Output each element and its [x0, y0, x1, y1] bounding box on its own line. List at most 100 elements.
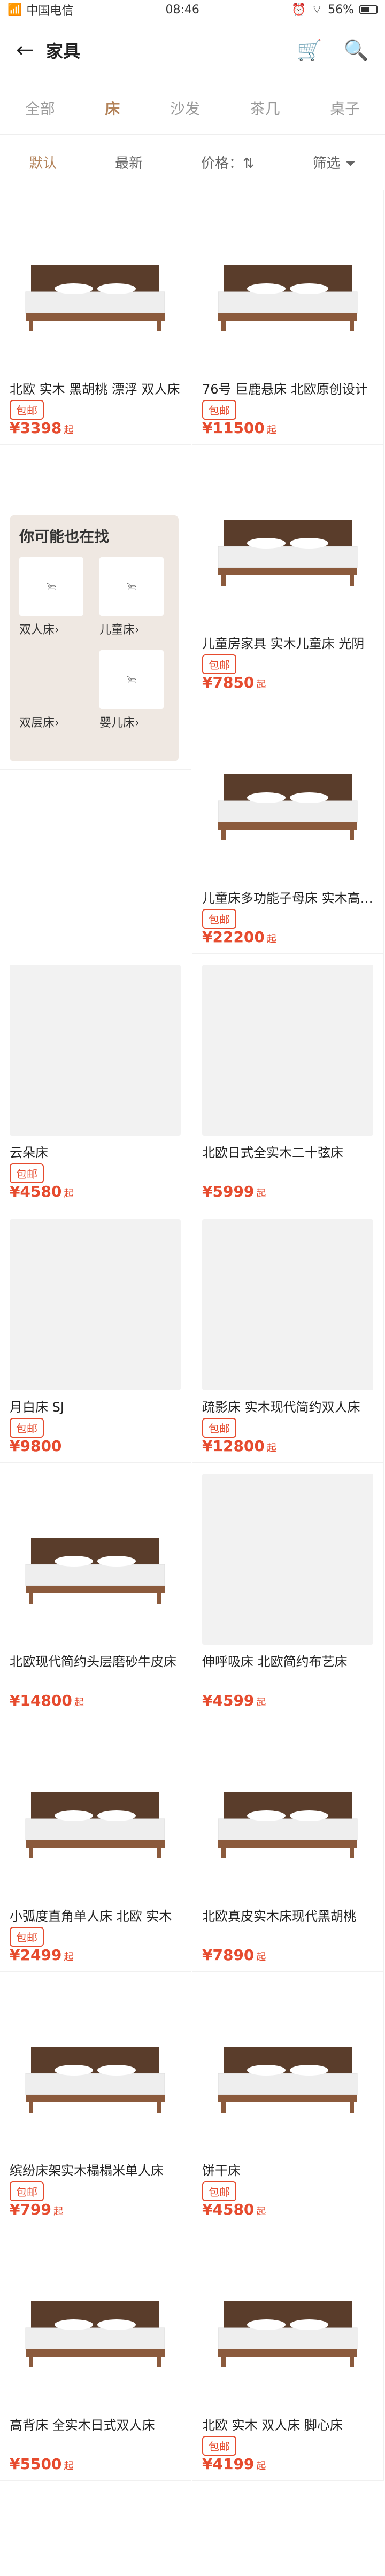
product-card[interactable]: 76号 巨鹿悬床 北欧原创设计 包邮 ¥11500 起 [192, 190, 384, 445]
price-unit: 起 [74, 1697, 84, 1708]
product-image [202, 456, 373, 627]
free-shipping-badge: 包邮 [202, 654, 236, 674]
product-image [202, 1474, 373, 1645]
tab-sofa[interactable]: 沙发 [163, 92, 207, 124]
product-name: 高背床 全实木日式双人床 [10, 2418, 155, 2433]
product-price: ¥12800 起 [202, 1437, 276, 1455]
product-price: ¥4599 起 [202, 1692, 266, 1709]
search-icon[interactable]: 🔍 [344, 38, 369, 63]
battery-icon [359, 5, 378, 14]
bed-icon [25, 265, 165, 331]
price-value: ¥11500 [202, 419, 265, 437]
recommend-item-label: 双层床› [19, 716, 59, 730]
kids-bed-thumbnail: 🛏 [99, 557, 164, 616]
tab-all[interactable]: 全部 [18, 92, 63, 124]
price-value: ¥4580 [202, 2201, 255, 2218]
product-price: ¥7850 起 [202, 674, 266, 691]
product-card[interactable]: 月白床 SJ 包邮 ¥9800 [0, 1208, 191, 1463]
product-name: 北欧日式全实木二十弦床 [202, 1145, 343, 1160]
product-card[interactable]: 北欧真皮实木床现代黑胡桃 ¥7890 起 [192, 1717, 384, 1972]
sort-price[interactable]: 价格：⇅ [201, 152, 255, 172]
bed-icon [25, 1792, 165, 1858]
price-value: ¥3398 [10, 419, 62, 437]
free-shipping-badge: 包邮 [10, 1418, 44, 1438]
price-value: ¥799 [10, 2201, 51, 2218]
bed-icon [25, 1538, 165, 1604]
product-card[interactable]: 北欧现代简约头层磨砂牛皮床 ¥14800 起 [0, 1463, 191, 1717]
product-card[interactable]: 饼干床 包邮 ¥4580 起 [192, 1972, 384, 2226]
funnel-icon: ⏷ [344, 156, 356, 172]
recommend-item-label: 婴儿床› [99, 716, 140, 730]
product-price: ¥5999 起 [202, 1183, 266, 1200]
battery-percent: 56% [328, 3, 354, 17]
product-card[interactable]: 伸呼吸床 北欧简约布艺床 ¥4599 起 [192, 1463, 384, 1717]
product-card[interactable]: 儿童房家具 实木儿童床 光阴 包邮 ¥7850 起 [192, 445, 384, 699]
product-card[interactable]: 北欧 实木 双人床 脚心床 包邮 ¥4199 起 [192, 2226, 384, 2481]
recommend-item[interactable]: 双层床› [19, 650, 89, 730]
signal-icon: 📶 [7, 3, 22, 17]
tab-coffee-table[interactable]: 茶几 [243, 92, 288, 124]
product-card[interactable]: 小弧度直角单人床 北欧 实木 包邮 ¥2499 起 [0, 1717, 191, 1972]
product-card[interactable]: 儿童床多功能子母床 实木高低床 包邮 ¥22200 起 [192, 699, 384, 954]
product-image [202, 201, 373, 372]
product-price: ¥22200 起 [202, 928, 276, 946]
product-card[interactable]: 疏影床 实木现代简约双人床包邮 ¥12800 起 [192, 1208, 384, 1463]
recommend-item-label: 双人床› [19, 623, 59, 637]
price-value: ¥4580 [10, 1183, 62, 1200]
price-value: ¥5999 [202, 1183, 255, 1200]
alarm-icon: ⏰ [291, 3, 306, 17]
crib-thumbnail: 🛏 [99, 650, 164, 709]
product-name: 疏影床 实木现代简约双人床 [202, 1400, 360, 1415]
product-image [202, 1728, 373, 1899]
product-name: 伸呼吸床 北欧简约布艺床 [202, 1654, 348, 1669]
sort-price-label: 价格： [201, 156, 243, 172]
arrow-left-icon[interactable]: ← [16, 38, 46, 63]
product-card[interactable]: 北欧 实木 黑胡桃 漂浮 双人床 包邮 ¥3398 起 [0, 190, 191, 445]
price-value: ¥7890 [202, 1946, 255, 1964]
product-price: ¥4580 起 [10, 1183, 73, 1200]
cart-icon[interactable]: 🛒 [297, 38, 322, 63]
product-card[interactable]: 缤纷床架实木榻榻米单人床包邮 ¥799 起 [0, 1972, 191, 2226]
product-image [202, 1983, 373, 2154]
tab-table[interactable]: 桌子 [322, 92, 367, 124]
product-card[interactable]: 云朵床 包邮 ¥4580 起 [0, 954, 191, 1208]
product-image [202, 1219, 373, 1390]
bed-icon [218, 2301, 358, 2367]
product-price: ¥11500 起 [202, 419, 276, 437]
filter-button[interactable]: 筛选 ⏷ [313, 152, 356, 172]
recommend-item[interactable]: 🛏 双人床› [19, 557, 89, 637]
bed-icon [25, 2301, 165, 2367]
product-image [10, 2237, 181, 2408]
page-title: 家具 [46, 41, 81, 61]
price-value: ¥2499 [10, 1946, 62, 1964]
product-image [10, 1474, 181, 1645]
sort-arrows-icon: ⇅ [242, 156, 255, 172]
sort-default[interactable]: 默认 [29, 152, 57, 172]
free-shipping-badge: 包邮 [10, 2181, 44, 2201]
price-unit: 起 [64, 2461, 74, 2472]
sort-newest[interactable]: 最新 [115, 152, 143, 172]
product-card[interactable]: 高背床 全实木日式双人床 ¥5500 起 [0, 2226, 191, 2481]
recommend-item[interactable]: 🛏 婴儿床› [99, 650, 169, 730]
price-unit: 起 [64, 1188, 74, 1199]
product-name: 饼干床 [202, 2163, 241, 2178]
product-price: ¥2499 起 [10, 1946, 73, 1964]
sort-filter-bar: 默认 最新 价格：⇅ 筛选 ⏷ [0, 135, 385, 190]
product-price: ¥7890 起 [202, 1946, 266, 1964]
product-name: 北欧真皮实木床现代黑胡桃 [202, 1909, 356, 1924]
product-card[interactable]: 北欧日式全实木二十弦床 ¥5999 起 [192, 954, 384, 1208]
product-name: 儿童床多功能子母床 实木高低床 [202, 891, 373, 906]
tab-bed[interactable]: 床 [97, 92, 127, 124]
price-unit: 起 [256, 679, 266, 690]
product-name: 缤纷床架实木榻榻米单人床 [10, 2163, 164, 2178]
free-shipping-badge: 包邮 [202, 1418, 236, 1438]
price-value: ¥7850 [202, 674, 255, 691]
product-price: ¥799 起 [10, 2201, 63, 2218]
product-image [202, 965, 373, 1136]
filter-label: 筛选 [312, 156, 341, 172]
price-unit: 起 [256, 1188, 266, 1199]
price-unit: 起 [256, 2206, 266, 2217]
price-unit: 起 [256, 1697, 266, 1708]
recommend-item[interactable]: 🛏 儿童床› [99, 557, 169, 637]
free-shipping-badge: 包邮 [10, 1927, 44, 1947]
